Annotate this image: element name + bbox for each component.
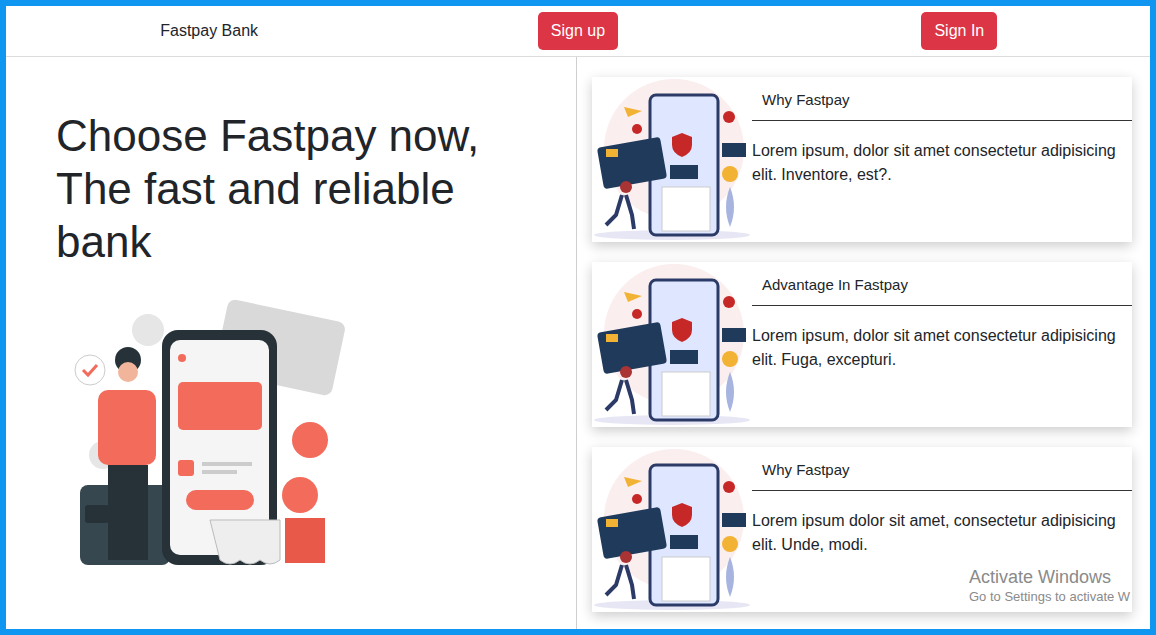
feature-card: Why Fastpay Lorem ipsum dolor sit amet, … <box>592 447 1132 612</box>
mobile-payment-icon <box>592 262 752 427</box>
card-text: Lorem ipsum, dolor sit amet consectetur … <box>752 306 1132 372</box>
mobile-payment-icon <box>592 77 752 242</box>
page: Fastpay Bank Sign up Sign In Choose Fastp… <box>0 0 1156 635</box>
feature-list: Why Fastpay Lorem ipsum, dolor sit amet … <box>577 57 1150 629</box>
mobile-payment-icon <box>592 447 752 612</box>
activation-watermark: Activate Windows Go to Settings to activ… <box>969 566 1130 606</box>
feature-card: Why Fastpay Lorem ipsum, dolor sit amet … <box>592 77 1132 242</box>
navbar: Fastpay Bank Sign up Sign In <box>6 6 1150 57</box>
card-text: Lorem ipsum, dolor sit amet consectetur … <box>752 121 1132 187</box>
nav-button[interactable]: Sign up <box>538 12 618 50</box>
brand-link[interactable]: Fastpay Bank <box>6 22 387 40</box>
hero: Choose Fastpay now,The fast and reliable… <box>6 57 577 629</box>
feature-card: Advantage In Fastpay Lorem ipsum, dolor … <box>592 262 1132 427</box>
payment-illustration-icon <box>70 300 350 580</box>
card-text: Lorem ipsum dolor sit amet, consectetur … <box>752 491 1132 557</box>
card-title: Advantage In Fastpay <box>752 276 1132 306</box>
card-title: Why Fastpay <box>752 461 1132 491</box>
content: Choose Fastpay now,The fast and reliable… <box>6 57 1150 629</box>
nav-button[interactable]: Sign In <box>921 12 997 50</box>
card-title: Why Fastpay <box>752 91 1132 121</box>
hero-heading: Choose Fastpay now,The fast and reliable… <box>56 109 526 268</box>
